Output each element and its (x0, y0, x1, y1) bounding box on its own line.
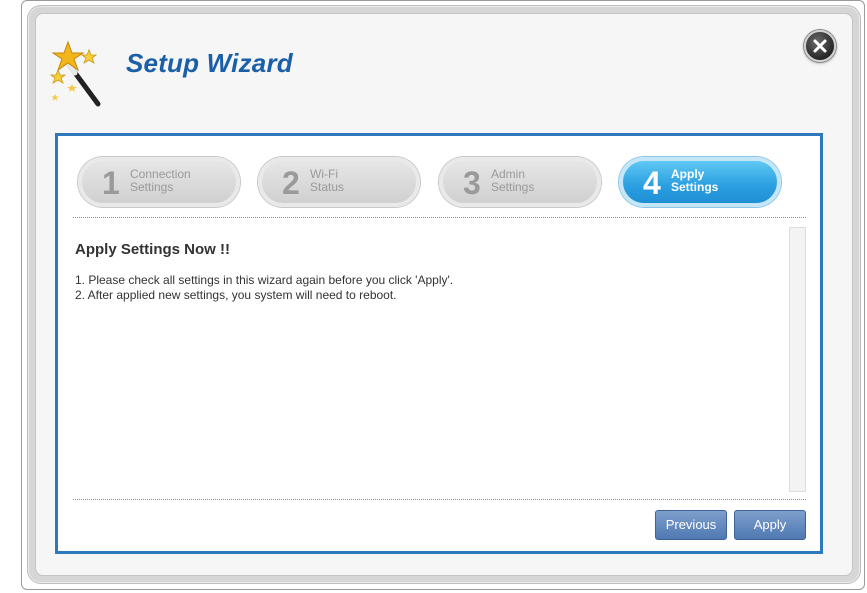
step-admin-settings[interactable]: 3 Admin Settings (439, 157, 601, 207)
step-label-line1: Admin (491, 167, 526, 181)
step-label: Wi-Fi Status (310, 168, 344, 194)
step-label-line1: Connection (130, 167, 191, 181)
step-wifi-status[interactable]: 2 Wi-Fi Status (258, 157, 420, 207)
window-edge (0, 0, 21, 593)
step-label: Apply Settings (671, 168, 718, 194)
step-label-line2: Settings (491, 180, 535, 194)
section-heading: Apply Settings Now !! (75, 241, 230, 258)
step-label-line1: Wi-Fi (310, 167, 338, 181)
step-label-line2: Settings (671, 180, 719, 194)
step-number: 4 (643, 165, 661, 201)
instruction-line-2: 2. After applied new settings, you syste… (75, 288, 397, 302)
divider-top (73, 217, 806, 218)
step-number: 2 (282, 165, 300, 201)
close-icon (813, 39, 827, 53)
step-label-line2: Status (310, 180, 345, 194)
divider-bottom (73, 499, 806, 500)
magic-wand-icon (48, 36, 112, 112)
step-number: 1 (102, 165, 120, 201)
step-label: Admin Settings (491, 168, 534, 194)
step-label: Connection Settings (130, 168, 191, 194)
step-label-line1: Apply (671, 167, 705, 181)
wizard-title: Setup Wizard (126, 48, 293, 78)
scrollbar[interactable] (789, 227, 806, 492)
step-apply-settings[interactable]: 4 Apply Settings (619, 157, 781, 207)
apply-button[interactable]: Apply (734, 510, 806, 540)
step-label-line2: Settings (130, 180, 174, 194)
step-number: 3 (463, 165, 481, 201)
instruction-line-1: 1. Please check all settings in this wiz… (75, 273, 454, 287)
close-button[interactable] (804, 30, 836, 62)
step-connection-settings[interactable]: 1 Connection Settings (78, 157, 240, 207)
previous-button[interactable]: Previous (655, 510, 727, 540)
